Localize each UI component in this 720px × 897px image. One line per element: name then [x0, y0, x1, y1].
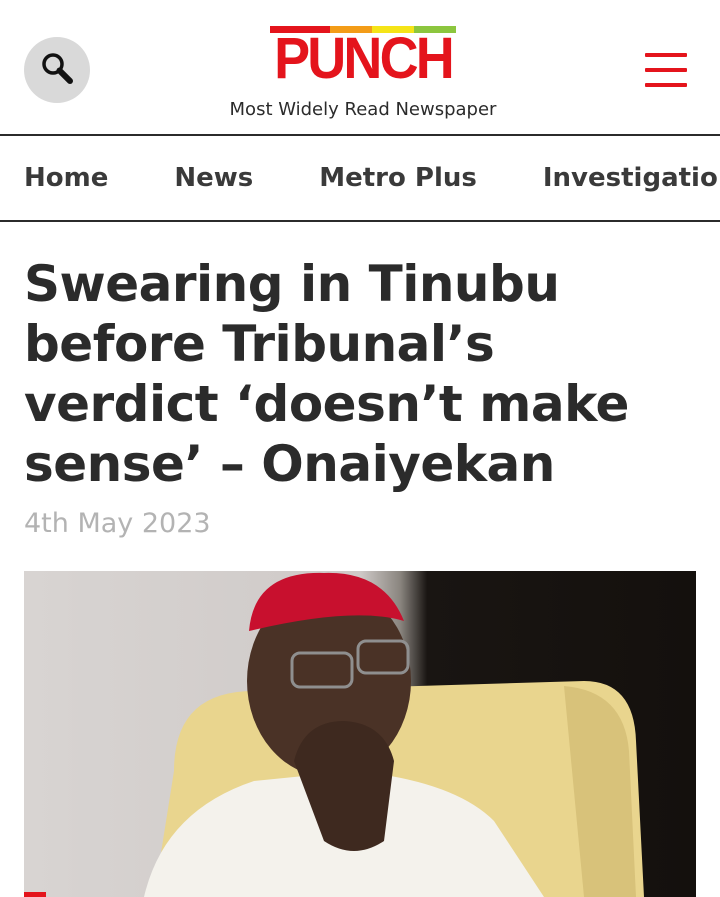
site-logo[interactable]: PUNCH Most Widely Read Newspaper	[200, 26, 526, 120]
page: PUNCH Most Widely Read Newspaper Home Ne…	[0, 0, 720, 897]
article-headline[interactable]: Swearing in Tinubu before Tribunal’s ver…	[24, 254, 704, 494]
nav-item-metro-plus[interactable]: Metro Plus	[319, 163, 477, 193]
nav-item-investigation[interactable]: Investigation	[543, 163, 720, 193]
nav-item-news[interactable]: News	[174, 163, 253, 193]
search-button[interactable]	[24, 37, 90, 103]
nav-item-home[interactable]: Home	[24, 163, 108, 193]
site-header: PUNCH Most Widely Read Newspaper	[0, 0, 720, 136]
article-date: 4th May 2023	[24, 508, 211, 539]
site-tagline: Most Widely Read Newspaper	[229, 99, 497, 120]
photo-accent-bar	[24, 892, 46, 897]
article-photo[interactable]	[24, 571, 696, 897]
logo-wordmark: PUNCH	[274, 26, 455, 91]
main-navigation: Home News Metro Plus Investigation	[0, 136, 720, 222]
hamburger-menu-icon[interactable]	[645, 53, 687, 87]
search-icon	[40, 51, 74, 90]
